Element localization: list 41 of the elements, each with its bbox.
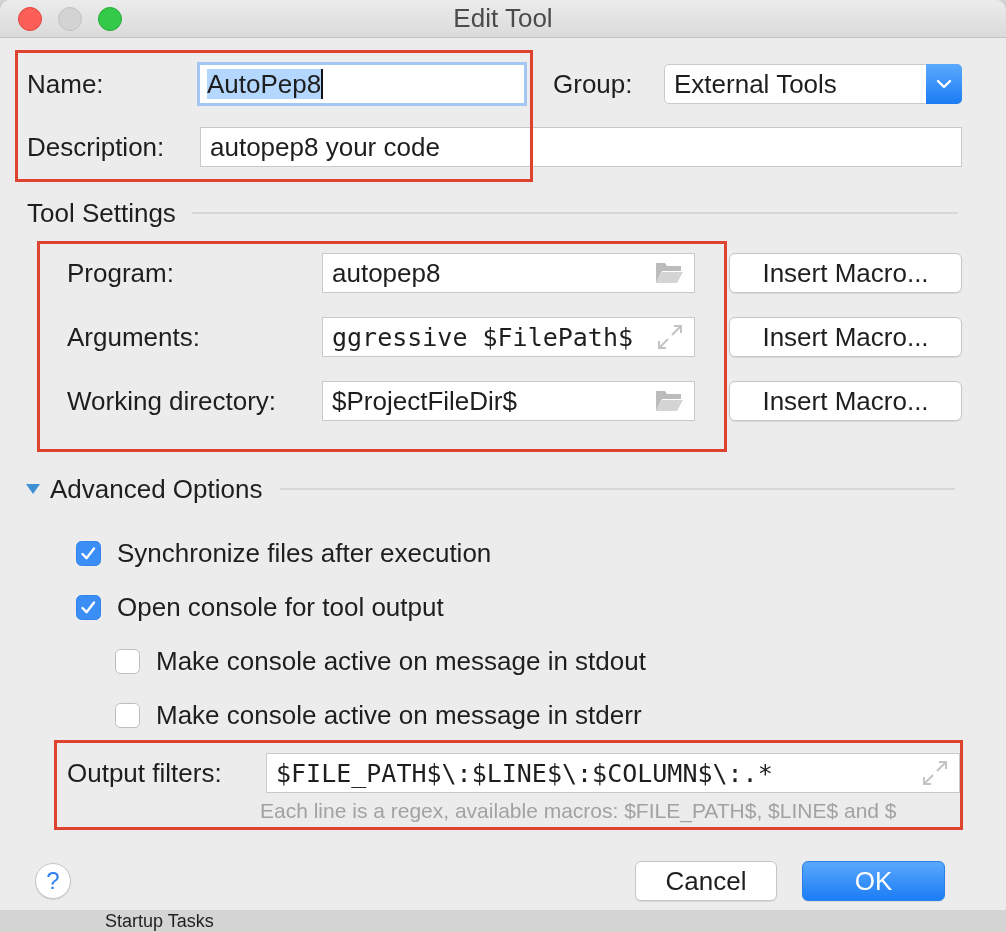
text-field[interactable]: autopep8 bbox=[322, 253, 695, 293]
folder-icon[interactable] bbox=[655, 390, 683, 412]
field-label: Output filters: bbox=[67, 757, 223, 789]
field-label: Arguments: bbox=[67, 321, 201, 353]
group-dropdown[interactable]: External Tools bbox=[664, 64, 962, 104]
field-label: Name: bbox=[27, 68, 105, 100]
insert-macro-button[interactable]: Insert Macro... bbox=[729, 317, 962, 357]
section-title: Tool Settings bbox=[27, 197, 176, 229]
folder-icon[interactable] bbox=[655, 262, 683, 284]
background-label: Startup Tasks bbox=[105, 910, 214, 932]
insert-macro-button[interactable]: Insert Macro... bbox=[729, 253, 962, 293]
field-label: Working directory: bbox=[67, 385, 278, 417]
name-field[interactable]: AutoPep8 bbox=[197, 62, 527, 106]
cancel-button[interactable]: Cancel bbox=[635, 861, 777, 901]
hint-text: Each line is a regex, available macros: $FILE_PATH$, $LINE$ and $ bbox=[260, 799, 898, 823]
minimize-icon[interactable] bbox=[58, 6, 82, 31]
help-button[interactable]: ? bbox=[35, 863, 71, 899]
field-label: Description: bbox=[27, 131, 166, 163]
checkbox-label[interactable]: Open console for tool output bbox=[117, 591, 444, 623]
maximize-icon[interactable] bbox=[98, 6, 122, 31]
field-label: Group: bbox=[553, 68, 634, 100]
checkbox[interactable] bbox=[76, 540, 101, 566]
field-label: Program: bbox=[67, 257, 175, 289]
insert-macro-button[interactable]: Insert Macro... bbox=[729, 381, 962, 421]
text-field[interactable]: ggressive $FilePath$ bbox=[322, 317, 695, 357]
window-title: Edit Tool bbox=[452, 3, 554, 34]
expand-icon[interactable] bbox=[657, 324, 683, 350]
checkbox-label[interactable]: Synchronize files after execution bbox=[117, 537, 492, 569]
checkbox-label[interactable]: Make console active on message in stdout bbox=[156, 645, 646, 677]
description-field[interactable]: autopep8 your code bbox=[200, 127, 962, 167]
section-title[interactable]: Advanced Options bbox=[50, 473, 263, 505]
text-field[interactable]: $ProjectFileDir$ bbox=[322, 381, 695, 421]
checkbox[interactable] bbox=[115, 648, 140, 674]
checkbox-label[interactable]: Make console active on message in stderr bbox=[156, 699, 642, 731]
disclosure-triangle-icon[interactable] bbox=[26, 484, 40, 494]
close-icon[interactable] bbox=[18, 6, 42, 31]
text-field[interactable]: $FILE_PATH$\:$LINE$\:$COLUMN$\:.* bbox=[266, 753, 960, 793]
checkbox[interactable] bbox=[76, 594, 101, 620]
chevron-down-icon[interactable] bbox=[926, 64, 962, 104]
checkbox[interactable] bbox=[115, 702, 140, 728]
expand-icon[interactable] bbox=[922, 760, 948, 786]
